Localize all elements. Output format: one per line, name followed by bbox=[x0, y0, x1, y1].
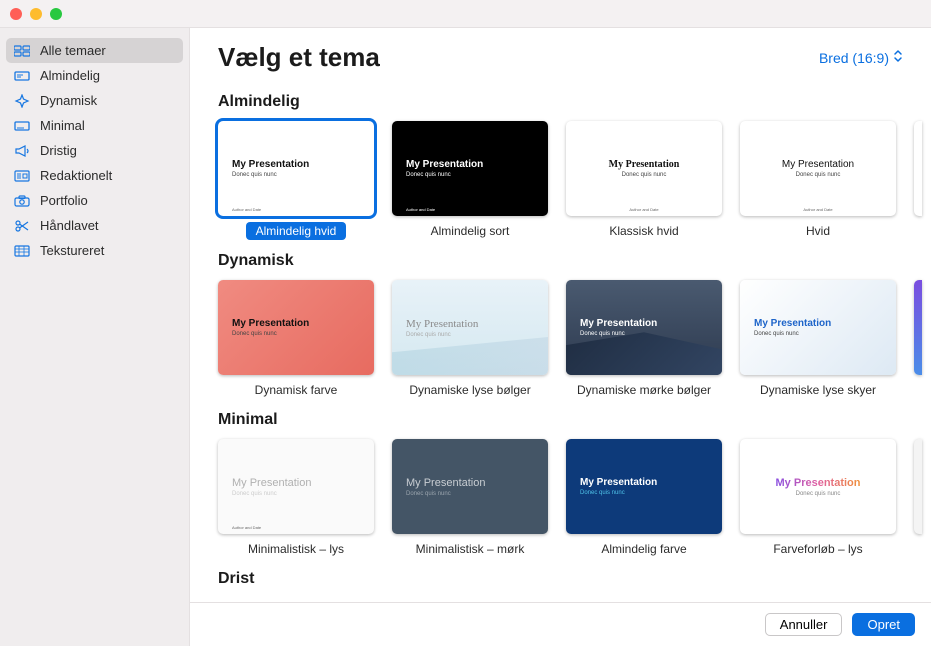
sidebar-item-all-themes[interactable]: Alle temaer bbox=[6, 38, 183, 63]
theme-label: Farveforløb – lys bbox=[763, 540, 872, 558]
sidebar-item-minimal[interactable]: Minimal bbox=[0, 113, 189, 138]
theme-gradient-light[interactable]: My PresentationDonec quis nunc Farveforl… bbox=[740, 439, 896, 558]
theme-thumbnail: My PresentationDonec quis nunc bbox=[392, 280, 548, 375]
footer: Annuller Opret bbox=[190, 602, 931, 646]
theme-dynamic-color[interactable]: My PresentationDonec quis nunc Dynamisk … bbox=[218, 280, 374, 399]
theme-label: Almindelig farve bbox=[591, 540, 696, 558]
section-title-basic: Almindelig bbox=[218, 93, 931, 111]
newspaper-icon bbox=[14, 169, 30, 183]
sidebar-item-dynamic[interactable]: Dynamisk bbox=[0, 88, 189, 113]
zoom-icon[interactable] bbox=[50, 8, 62, 20]
theme-thumbnail: My PresentationDonec quis nunc Author an… bbox=[740, 121, 896, 216]
rectangle-icon bbox=[14, 69, 30, 83]
theme-gallery: Almindelig My PresentationDonec quis nun… bbox=[190, 81, 931, 602]
theme-basic-black[interactable]: My PresentationDonec quis nunc Author an… bbox=[392, 121, 548, 240]
theme-label: Klassisk hvid bbox=[599, 222, 688, 240]
sidebar-item-basic[interactable]: Almindelig bbox=[0, 63, 189, 88]
header: Vælg et tema Bred (16:9) bbox=[190, 28, 931, 81]
theme-label: Minimalistisk – mørk bbox=[406, 540, 535, 558]
sidebar-item-portfolio[interactable]: Portfolio bbox=[0, 188, 189, 213]
theme-thumbnail: My PresentationDonec quis nunc Author an… bbox=[392, 121, 548, 216]
minimize-icon[interactable] bbox=[30, 8, 42, 20]
theme-dynamic-dark-waves[interactable]: My PresentationDonec quis nunc Dynamiske… bbox=[566, 280, 722, 399]
theme-minimal-light[interactable]: My PresentationDonec quis nunc Author an… bbox=[218, 439, 374, 558]
sidebar-item-label: Håndlavet bbox=[40, 218, 99, 233]
texture-icon bbox=[14, 244, 30, 258]
theme-label: Almindelig hvid bbox=[246, 222, 347, 240]
theme-dynamic-light-clouds[interactable]: My PresentationDonec quis nunc Dynamiske… bbox=[740, 280, 896, 399]
theme-label: Dynamiske mørke bølger bbox=[567, 381, 721, 399]
section-title-minimal: Minimal bbox=[218, 411, 931, 429]
theme-basic-color[interactable]: My PresentationDonec quis nunc Almindeli… bbox=[566, 439, 722, 558]
sidebar-item-label: Tekstureret bbox=[40, 243, 104, 258]
cancel-button[interactable]: Annuller bbox=[765, 613, 843, 636]
theme-label: Hvid bbox=[796, 222, 840, 240]
section-title-dynamic: Dynamisk bbox=[218, 252, 931, 270]
sparkle-icon bbox=[14, 94, 30, 108]
theme-label: Dynamisk farve bbox=[245, 381, 348, 399]
sidebar-item-label: Almindelig bbox=[40, 68, 100, 83]
sidebar: Alle temaer Almindelig Dynamisk Minimal … bbox=[0, 28, 190, 646]
theme-dynamic-light-waves[interactable]: My PresentationDonec quis nunc Dynamiske… bbox=[392, 280, 548, 399]
aspect-label: Bred (16:9) bbox=[819, 50, 889, 66]
theme-thumbnail: My PresentationDonec quis nunc bbox=[740, 439, 896, 534]
chevron-updown-icon bbox=[893, 49, 903, 66]
page-title: Vælg et tema bbox=[218, 42, 380, 73]
megaphone-icon bbox=[14, 144, 30, 158]
minimal-icon bbox=[14, 119, 30, 133]
scissors-icon bbox=[14, 219, 30, 233]
theme-partial[interactable] bbox=[914, 280, 922, 375]
theme-label: Dynamiske lyse skyer bbox=[750, 381, 886, 399]
window-titlebar bbox=[0, 0, 931, 28]
theme-thumbnail: My PresentationDonec quis nunc Author an… bbox=[218, 439, 374, 534]
theme-classic-white[interactable]: My PresentationDonec quis nunc Author an… bbox=[566, 121, 722, 240]
sidebar-item-bold[interactable]: Dristig bbox=[0, 138, 189, 163]
theme-basic-white[interactable]: My PresentationDonec quis nunc Author an… bbox=[218, 121, 374, 240]
grid-icon bbox=[14, 44, 30, 58]
sidebar-item-craft[interactable]: Håndlavet bbox=[0, 213, 189, 238]
theme-label: Minimalistisk – lys bbox=[238, 540, 354, 558]
theme-partial[interactable] bbox=[914, 121, 922, 216]
sidebar-item-textured[interactable]: Tekstureret bbox=[0, 238, 189, 263]
theme-label: Almindelig sort bbox=[421, 222, 520, 240]
sidebar-item-label: Redaktionelt bbox=[40, 168, 112, 183]
sidebar-item-label: Dynamisk bbox=[40, 93, 97, 108]
theme-thumbnail: My PresentationDonec quis nunc bbox=[566, 439, 722, 534]
aspect-ratio-dropdown[interactable]: Bred (16:9) bbox=[819, 49, 903, 66]
sidebar-item-label: Alle temaer bbox=[40, 43, 106, 58]
theme-thumbnail: My PresentationDonec quis nunc bbox=[566, 280, 722, 375]
camera-icon bbox=[14, 194, 30, 208]
close-icon[interactable] bbox=[10, 8, 22, 20]
theme-white[interactable]: My PresentationDonec quis nunc Author an… bbox=[740, 121, 896, 240]
theme-thumbnail: My PresentationDonec quis nunc Author an… bbox=[566, 121, 722, 216]
theme-minimal-dark[interactable]: My PresentationDonec quis nunc Minimalis… bbox=[392, 439, 548, 558]
theme-thumbnail: My PresentationDonec quis nunc bbox=[392, 439, 548, 534]
theme-thumbnail: My PresentationDonec quis nunc bbox=[740, 280, 896, 375]
theme-partial[interactable] bbox=[914, 439, 922, 534]
theme-thumbnail: My PresentationDonec quis nunc bbox=[218, 280, 374, 375]
sidebar-item-label: Portfolio bbox=[40, 193, 88, 208]
create-button[interactable]: Opret bbox=[852, 613, 915, 636]
sidebar-item-label: Dristig bbox=[40, 143, 77, 158]
section-title-bold: Drist bbox=[218, 570, 931, 588]
sidebar-item-label: Minimal bbox=[40, 118, 85, 133]
theme-thumbnail: My PresentationDonec quis nunc Author an… bbox=[218, 121, 374, 216]
sidebar-item-editorial[interactable]: Redaktionelt bbox=[0, 163, 189, 188]
theme-label: Dynamiske lyse bølger bbox=[399, 381, 540, 399]
